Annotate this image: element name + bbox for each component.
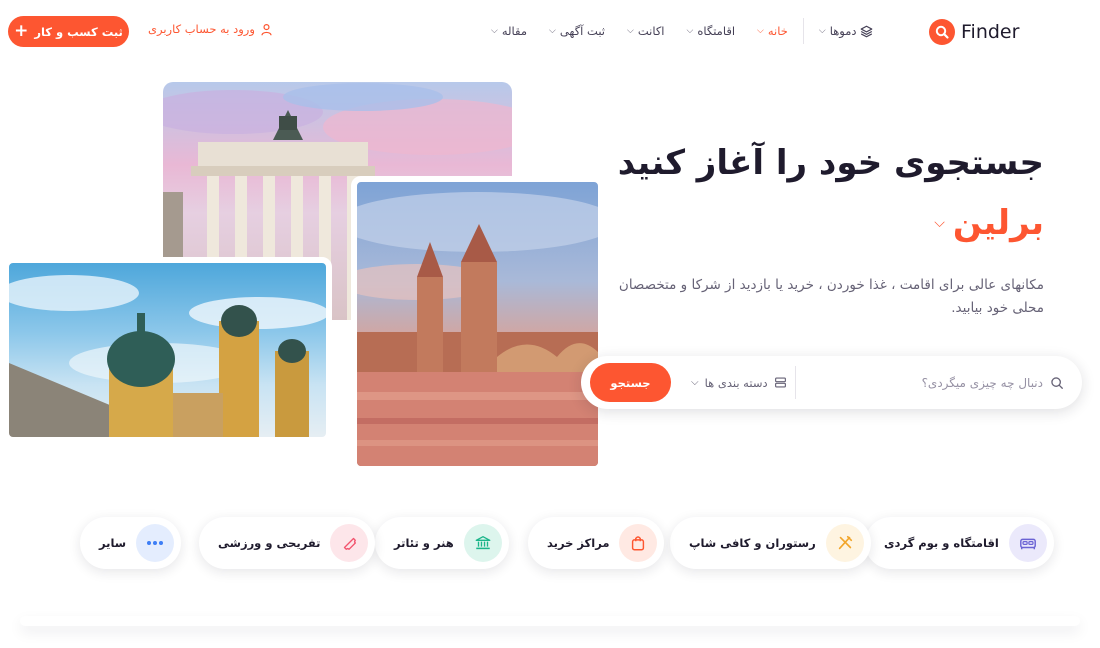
search-bar: جستجو ⌵ دسته بندی ها دنبال چه چیزی میگرد… bbox=[581, 356, 1082, 409]
search-icon bbox=[1051, 376, 1063, 389]
chevron-down-icon: ⌵ bbox=[818, 26, 826, 36]
login-link[interactable]: ورود به حساب کاربری bbox=[148, 22, 273, 36]
category-accommodation[interactable]: اقامتگاه و بوم گردی bbox=[865, 517, 1054, 569]
more-dots-icon bbox=[136, 524, 175, 562]
category-list: اقامتگاه و بوم گردی رستوران و کافی شاپ م… bbox=[0, 517, 1100, 569]
chevron-down-icon: ⌵ bbox=[934, 215, 945, 231]
nav-item-accommodation[interactable]: اقامتگاه ⌵ bbox=[676, 24, 747, 38]
chevron-down-icon: ⌵ bbox=[691, 377, 699, 388]
category-label: هنر و تئاتر bbox=[394, 536, 454, 550]
site-header: + ثبت کسب و کار ورود به حساب کاربری دموه… bbox=[0, 0, 1100, 62]
search-button[interactable]: جستجو bbox=[590, 363, 671, 402]
category-label: رستوران و کافی شاپ bbox=[689, 536, 816, 550]
oberbaum-bridge-image bbox=[351, 176, 604, 472]
layers-icon bbox=[861, 25, 873, 37]
nav-item-blog[interactable]: مقاله ⌵ bbox=[480, 24, 538, 38]
category-shopping[interactable]: مراکز خرید bbox=[528, 517, 665, 569]
category-label: دسته بندی ها bbox=[704, 375, 768, 390]
category-label: تفریحی و ورزشی bbox=[218, 536, 321, 550]
category-label: اقامتگاه و بوم گردی bbox=[884, 536, 999, 550]
chevron-down-icon: ⌵ bbox=[491, 26, 498, 36]
chevron-down-icon: ⌵ bbox=[686, 26, 694, 36]
main-nav: دموها ⌵ خانه ⌵ اقامتگاه ⌵ اکانت ⌵ ثبت آگ… bbox=[480, 18, 885, 44]
nav-item-account[interactable]: اکانت ⌵ bbox=[616, 24, 676, 38]
add-business-button[interactable]: + ثبت کسب و کار bbox=[8, 16, 129, 47]
nav-label-account: اکانت bbox=[637, 24, 665, 38]
nav-label-home: خانه bbox=[767, 24, 788, 38]
museum-icon bbox=[463, 524, 502, 562]
chevron-down-icon: ⌵ bbox=[757, 26, 764, 36]
nav-label-accommodation: اقامتگاه bbox=[697, 24, 736, 38]
category-restaurant[interactable]: رستوران و کافی شاپ bbox=[670, 517, 871, 569]
login-label: ورود به حساب کاربری bbox=[148, 22, 255, 36]
nav-item-home[interactable]: خانه ⌵ bbox=[746, 24, 799, 38]
munich-church-image bbox=[3, 257, 332, 443]
bed-icon bbox=[1008, 524, 1047, 562]
nav-divider bbox=[802, 18, 804, 44]
section-shadow bbox=[20, 616, 1080, 626]
hero-description: مکانهای عالی برای اقامت ، غذا خوردن ، خر… bbox=[618, 277, 1044, 316]
shopping-bag-icon bbox=[619, 524, 658, 562]
add-business-label: ثبت کسب و کار bbox=[34, 24, 123, 39]
site-logo[interactable]: Finder bbox=[929, 19, 1019, 45]
chevron-down-icon: ⌵ bbox=[548, 26, 556, 36]
city-selector[interactable]: برلین ⌵ bbox=[934, 203, 1044, 243]
nav-label-add-listing: ثبت آگهی bbox=[559, 24, 605, 38]
user-icon bbox=[261, 23, 272, 35]
search-divider bbox=[795, 366, 796, 399]
search-placeholder: دنبال چه چیزی میگردی؟ bbox=[921, 375, 1043, 390]
plus-icon: + bbox=[14, 21, 29, 41]
search-logo-icon bbox=[929, 19, 955, 45]
ticket-icon bbox=[330, 524, 369, 562]
nav-item-add-listing[interactable]: ثبت آگهی ⌵ bbox=[538, 24, 616, 38]
category-label: مراکز خرید bbox=[547, 536, 610, 550]
nav-label-demos: دموها bbox=[829, 24, 857, 38]
logo-text: Finder bbox=[961, 21, 1020, 43]
list-icon bbox=[774, 377, 786, 388]
hero-title: جستجوی خود را آغاز کنید bbox=[617, 143, 1044, 183]
search-input[interactable]: دنبال چه چیزی میگردی؟ bbox=[922, 356, 1064, 409]
utensils-icon bbox=[825, 524, 864, 562]
category-entertainment[interactable]: تفریحی و ورزشی bbox=[199, 517, 376, 569]
nav-label-blog: مقاله bbox=[501, 24, 527, 38]
category-label: سایر bbox=[99, 536, 127, 550]
nav-item-demos[interactable]: دموها ⌵ bbox=[808, 24, 885, 38]
city-name: برلین bbox=[952, 203, 1044, 243]
category-dropdown[interactable]: ⌵ دسته بندی ها bbox=[691, 356, 787, 409]
chevron-down-icon: ⌵ bbox=[627, 26, 634, 36]
category-other[interactable]: سایر bbox=[80, 517, 182, 569]
category-art-theater[interactable]: هنر و تئاتر bbox=[375, 517, 509, 569]
